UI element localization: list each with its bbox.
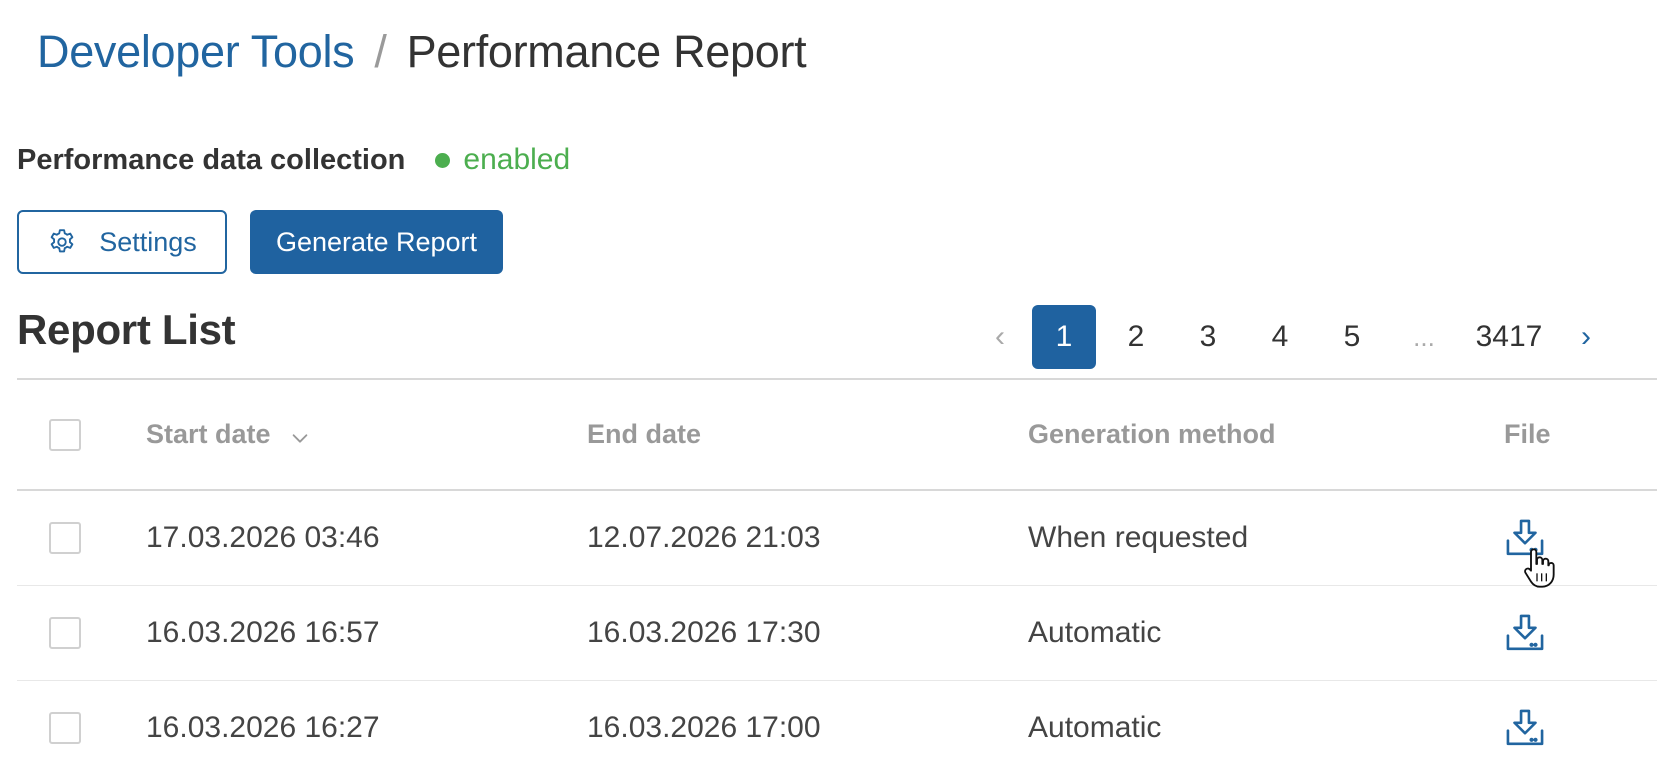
- table-header: Start date End date Generation method Fi…: [17, 378, 1657, 491]
- column-header-generation-method: Generation method: [1028, 419, 1276, 449]
- page-title: Performance Report: [406, 26, 807, 77]
- breadcrumb-separator: /: [374, 26, 387, 77]
- gear-icon: [50, 229, 74, 253]
- pagination-next-button[interactable]: ›: [1554, 305, 1618, 369]
- file-cell: [1504, 586, 1546, 680]
- pagination-page-4[interactable]: 4: [1248, 305, 1312, 369]
- pagination-page-1[interactable]: 1: [1032, 305, 1096, 369]
- status-dot-icon: [435, 152, 451, 168]
- download-icon[interactable]: [1504, 517, 1546, 559]
- pagination-prev-button[interactable]: ‹: [968, 305, 1032, 369]
- file-cell: [1504, 491, 1546, 585]
- download-icon[interactable]: [1504, 612, 1546, 654]
- start-date-cell: 17.03.2026 03:46: [146, 521, 380, 554]
- row-check-cell: [49, 491, 81, 585]
- start-date-header-label: Start date: [146, 419, 271, 449]
- select-all-cell: [49, 380, 81, 489]
- pagination-page-3[interactable]: 3: [1176, 305, 1240, 369]
- table-row: 17.03.2026 03:46 12.07.2026 21:03 When r…: [17, 491, 1657, 586]
- table-row: 16.03.2026 16:27 16.03.2026 17:00 Automa…: [17, 681, 1657, 775]
- end-date-cell: 16.03.2026 17:30: [587, 616, 821, 649]
- file-cell: [1504, 681, 1546, 775]
- settings-button-label: Settings: [99, 226, 197, 257]
- column-header-start-date[interactable]: Start date: [146, 380, 311, 489]
- report-table: Start date End date Generation method Fi…: [17, 378, 1657, 775]
- column-header-file: File: [1504, 419, 1551, 449]
- row-checkbox[interactable]: [49, 522, 81, 554]
- generation-method-cell: Automatic: [1028, 711, 1162, 744]
- row-check-cell: [49, 681, 81, 775]
- row-checkbox[interactable]: [49, 617, 81, 649]
- status-value: enabled: [463, 143, 571, 176]
- performance-report-page: Developer Tools / Performance Report Per…: [0, 0, 1675, 775]
- pagination-page-2[interactable]: 2: [1104, 305, 1168, 369]
- pagination-page-last[interactable]: 3417: [1464, 305, 1554, 369]
- generate-report-button[interactable]: Generate Report: [250, 210, 503, 274]
- start-date-cell: 16.03.2026 16:27: [146, 711, 380, 744]
- download-icon[interactable]: [1504, 707, 1546, 749]
- start-date-cell: 16.03.2026 16:57: [146, 616, 380, 649]
- generation-method-cell: Automatic: [1028, 616, 1162, 649]
- status-label: Performance data collection: [17, 143, 406, 176]
- pagination: ‹ 1 2 3 4 5 ... 3417 ›: [968, 305, 1618, 369]
- report-list-title: Report List: [17, 306, 236, 353]
- pagination-ellipsis: ...: [1413, 321, 1435, 352]
- table-row: 16.03.2026 16:57 16.03.2026 17:30 Automa…: [17, 586, 1657, 681]
- end-date-cell: 12.07.2026 21:03: [587, 521, 821, 554]
- row-check-cell: [49, 586, 81, 680]
- chevron-down-icon[interactable]: [289, 427, 311, 449]
- end-date-cell: 16.03.2026 17:00: [587, 711, 821, 744]
- generate-report-label: Generate Report: [275, 226, 478, 257]
- breadcrumb: Developer Tools / Performance Report: [37, 22, 807, 82]
- collection-status: Performance data collection enabled: [17, 140, 570, 180]
- generation-method-cell: When requested: [1028, 521, 1249, 554]
- breadcrumb-developer-tools[interactable]: Developer Tools: [37, 26, 355, 78]
- column-header-end-date: End date: [587, 419, 702, 449]
- row-checkbox[interactable]: [49, 712, 81, 744]
- select-all-checkbox[interactable]: [49, 418, 81, 451]
- pagination-page-5[interactable]: 5: [1320, 305, 1384, 369]
- settings-button[interactable]: Settings: [17, 210, 227, 274]
